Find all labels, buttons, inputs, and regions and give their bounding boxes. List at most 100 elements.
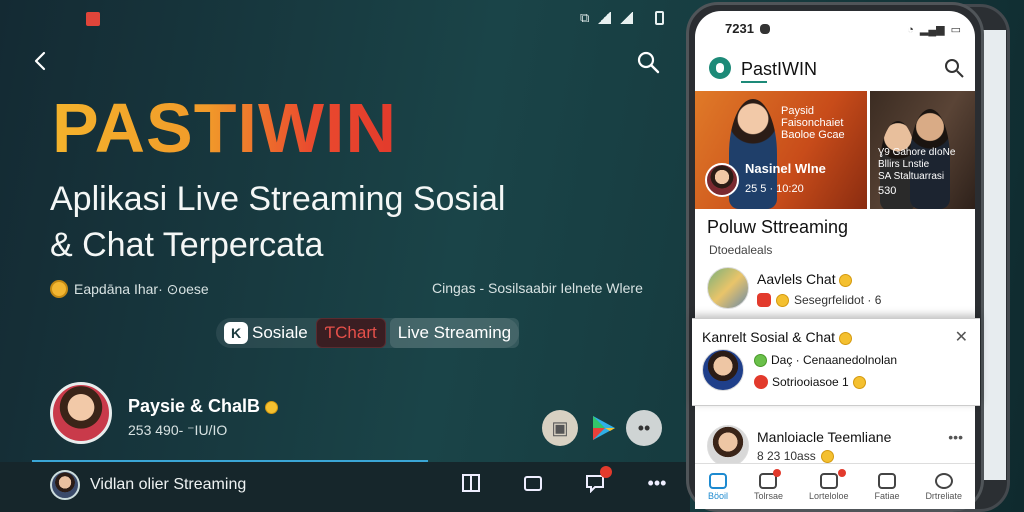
- section-subtitle: Dtoedaleals: [709, 243, 773, 257]
- close-icon[interactable]: ✕: [955, 327, 968, 347]
- smile-emoji-icon: [838, 331, 852, 345]
- category-chips: K Sosiale ƬChart Live Streaming: [216, 318, 520, 348]
- smile-emoji-icon: [820, 449, 834, 463]
- avatar: [705, 163, 739, 197]
- app-notification-icon: [86, 12, 100, 26]
- app-logo-icon: [709, 57, 731, 79]
- phone-status: 7231: [725, 21, 770, 36]
- app-title: PastIWIN: [741, 59, 818, 79]
- phone-mockup: 7231 ◔ ▂▄▆ ▭ PastIWIN Paysid Faisonchaie…: [686, 2, 984, 512]
- more-horizontal-icon[interactable]: •••: [948, 429, 963, 445]
- heart-icon: [877, 472, 896, 489]
- more-horizontal-icon[interactable]: •••: [646, 472, 668, 494]
- phone-tab-bar: Böoil Tolrsae Lorteloloe Fatiae Drtrelia…: [695, 463, 975, 509]
- row-sub: Daç · Cenaanedolnolan: [754, 353, 897, 367]
- brand-title: PASTIWIN: [52, 89, 398, 167]
- phone-back-screen: [982, 30, 1006, 480]
- chip-social-label: Sosiale: [252, 323, 308, 342]
- live-icon: [757, 293, 771, 307]
- featured-tag: Ɣ9 Gahore dIoNe Bllirs Lnstie SA Staltua…: [878, 147, 956, 182]
- avatar: [707, 425, 749, 467]
- more-dots-icon: ••: [637, 417, 651, 438]
- copy-icon[interactable]: [522, 472, 544, 494]
- chat-icon: [819, 472, 838, 489]
- phone-header: PastIWIN: [695, 49, 975, 89]
- profile-name: Paysie & ChalB: [128, 396, 279, 417]
- smile-emoji-icon: [776, 293, 789, 307]
- play-store-button[interactable]: [586, 410, 622, 446]
- smile-emoji-icon: [265, 400, 279, 414]
- status-bar: ⧉: [580, 10, 665, 26]
- chip-live-label: Live Streaming: [397, 323, 512, 342]
- tab-profile[interactable]: Drtreliate: [925, 472, 962, 501]
- bottom-avatar[interactable]: [50, 470, 80, 500]
- chip-chat[interactable]: ƬChart: [315, 318, 386, 348]
- row-sub: 8 23 10ass: [757, 449, 834, 463]
- live-icon: [754, 375, 768, 389]
- phone-status-icons: ◔ ▂▄▆ ▭: [907, 23, 961, 37]
- tagline-line-2: & Chat Terpercata: [50, 226, 324, 264]
- bottom-label: Vidlan olier Streaming: [90, 476, 247, 493]
- book-icon[interactable]: [460, 472, 482, 494]
- featured-meta: 25 5 · 10:20: [745, 183, 804, 195]
- phone-screen: 7231 ◔ ▂▄▆ ▭ PastIWIN Paysid Faisonchaie…: [695, 11, 975, 509]
- meta-right-text: Cingas - Sosilsaabir Ielnete Wlere: [432, 280, 643, 296]
- chat-card[interactable]: Kanrelt Sosial & Chat ✕ Daç · Cenaanedol…: [692, 318, 980, 406]
- signal-icon: ⧉: [580, 10, 590, 25]
- chip-social[interactable]: K Sosiale: [216, 318, 316, 348]
- featured-meta: 530: [878, 185, 897, 197]
- more-button[interactable]: ••: [626, 410, 662, 446]
- user-icon: [934, 472, 953, 489]
- row-title: Kanrelt Sosial & Chat: [702, 329, 852, 345]
- tab-home[interactable]: Böoil: [708, 472, 728, 501]
- notification-badge: [838, 468, 847, 477]
- row-sub-2: Sotriooiasoe 1: [754, 375, 866, 389]
- wifi-icon: ◔: [907, 23, 914, 36]
- bottom-actions: •••: [460, 466, 668, 494]
- cell-signal-icon: [619, 12, 634, 24]
- section-title: Poluw Sttreaming: [707, 217, 849, 237]
- home-icon: [708, 472, 727, 489]
- featured-name: Nasinel Wlne: [745, 161, 826, 176]
- avatar[interactable]: [50, 382, 112, 444]
- tagline-line-1: Aplikasi Live Streaming Sosial: [50, 180, 506, 218]
- avatar: [702, 349, 744, 391]
- smile-emoji-icon: [852, 375, 866, 389]
- row-sub: Sesegrfelidot · 6: [757, 293, 881, 307]
- meta-left: Eapdāna Ihar· ⊙oese: [50, 280, 209, 298]
- row-title: Aavlels Chat: [757, 271, 853, 287]
- wifi-icon: [597, 12, 612, 24]
- gift-icon: ▣: [551, 417, 569, 438]
- notification-badge: [772, 468, 781, 477]
- cell-signal-icon: ▂▄▆: [919, 24, 945, 36]
- app-logo-icon: K: [224, 322, 248, 344]
- notification-badge: [600, 466, 612, 478]
- leaf-icon: [754, 353, 767, 367]
- featured-tag: Paysid Faisonchaiet Baoloe Gcae: [781, 105, 845, 141]
- search-icon[interactable]: [943, 57, 965, 79]
- featured-stream-card[interactable]: Ɣ9 Gahore dIoNe Bllirs Lnstie SA Staltua…: [870, 91, 975, 209]
- back-icon[interactable]: [30, 50, 52, 72]
- row-title: Manloiacle Teemliane: [757, 429, 892, 445]
- battery-icon: ▭: [950, 24, 961, 36]
- tab-favorites[interactable]: Fatiae: [874, 472, 899, 501]
- tab-live[interactable]: Lorteloloe: [809, 468, 848, 501]
- tab-messages[interactable]: Tolrsae: [754, 468, 783, 501]
- smile-emoji-icon: [839, 273, 853, 287]
- chip-live-streaming[interactable]: Live Streaming: [389, 318, 520, 348]
- comment-icon[interactable]: [584, 466, 612, 494]
- play-store-icon: [593, 416, 615, 440]
- tagline: Aplikasi Live Streaming Sosial & Chat Te…: [50, 176, 610, 268]
- app-icon: [759, 23, 770, 34]
- title-underline: [741, 81, 767, 83]
- chip-chat-label: ƬChart: [324, 323, 377, 342]
- featured-stream-card[interactable]: Paysid Faisonchaiet Baoloe Gcae Nasinel …: [695, 91, 867, 209]
- meta-left-text: Eapdāna Ihar· ⊙oese: [74, 280, 209, 297]
- avatar: [707, 267, 749, 309]
- search-icon[interactable]: [636, 50, 660, 74]
- coin-icon: [50, 280, 68, 298]
- list-item[interactable]: Aavlels Chat Sesegrfelidot · 6: [695, 259, 975, 321]
- profile-sub: 253 490- ⁻IU/IO: [128, 422, 228, 438]
- battery-icon: [655, 11, 665, 25]
- gift-button[interactable]: ▣: [542, 410, 578, 446]
